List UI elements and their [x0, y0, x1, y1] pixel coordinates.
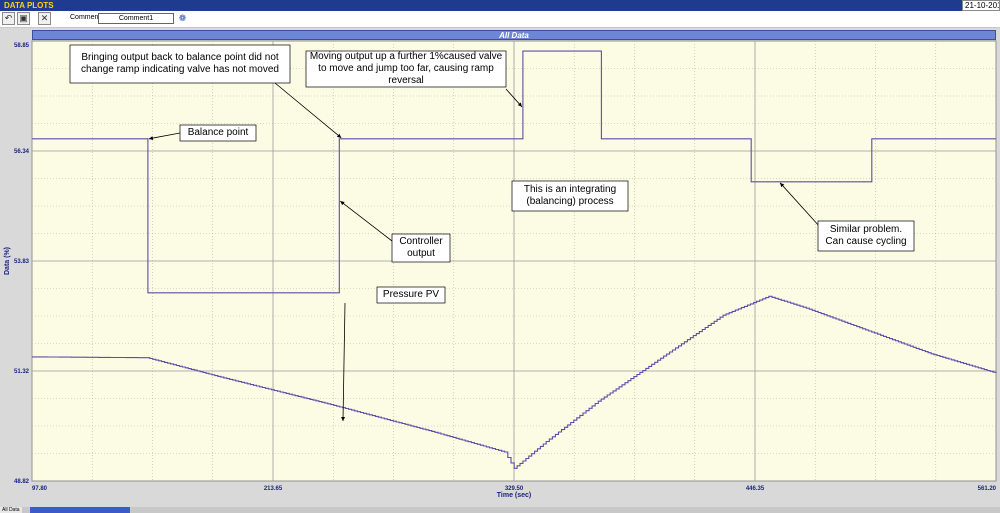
y-tick-label: 58.85 — [14, 43, 30, 49]
annotation-text: Pressure PV — [382, 289, 440, 300]
comment-field[interactable]: Comment1 — [98, 13, 174, 24]
y-tick-label: 48.82 — [14, 479, 30, 485]
x-tick-label: 97.80 — [32, 486, 48, 492]
save-icon: ▣ — [19, 13, 28, 23]
data-chart: 97.80 213.65 329.50 446.35 561.2048.8251.325… — [4, 40, 997, 499]
annotation-text: Similar problem. Can cause cycling — [825, 224, 907, 247]
toolbar: ↶ ▣ ✕ Comment Comment1 ❁ — [0, 11, 1000, 28]
undo-icon: ↶ — [4, 13, 13, 23]
undo-button[interactable]: ↶ — [2, 12, 15, 25]
annotation-text: Bringing output back to balance point di… — [81, 52, 279, 75]
comment-label: Comment — [70, 14, 101, 21]
annotation-text: Controller output — [399, 236, 443, 259]
x-tick-label: 561.20 — [978, 486, 997, 492]
y-axis-label: Data (%) — [4, 247, 11, 275]
annotation-text: This is an integrating (balancing) proce… — [523, 184, 617, 207]
y-tick-label: 53.83 — [14, 259, 30, 265]
window-title: DATA PLOTS — [4, 1, 54, 10]
x-tick-label: 213.65 — [264, 486, 283, 492]
annotation-text: Balance point — [187, 127, 249, 138]
window-titlebar: DATA PLOTS 21-10-2016 — [0, 0, 1000, 11]
status-bar: All Data — [0, 507, 1000, 513]
x-axis-label: Time (sec) — [497, 492, 532, 499]
tab-all-data[interactable]: All Data — [0, 507, 22, 513]
tab-strip — [30, 507, 130, 513]
save-button[interactable]: ▣ — [17, 12, 30, 25]
y-tick-label: 56.34 — [14, 149, 30, 155]
comment-options-icon[interactable]: ❁ — [177, 13, 188, 24]
close-icon: ✕ — [40, 13, 49, 23]
annotation-text: Moving output up a further 1%caused valv… — [309, 51, 503, 86]
x-tick-label: 446.35 — [746, 486, 765, 492]
annotation-4: This is an integrating (balancing) proce… — [511, 180, 629, 212]
close-button[interactable]: ✕ — [38, 12, 51, 25]
y-tick-label: 51.32 — [14, 369, 30, 375]
date-display: 21-10-2016 — [962, 0, 1000, 11]
